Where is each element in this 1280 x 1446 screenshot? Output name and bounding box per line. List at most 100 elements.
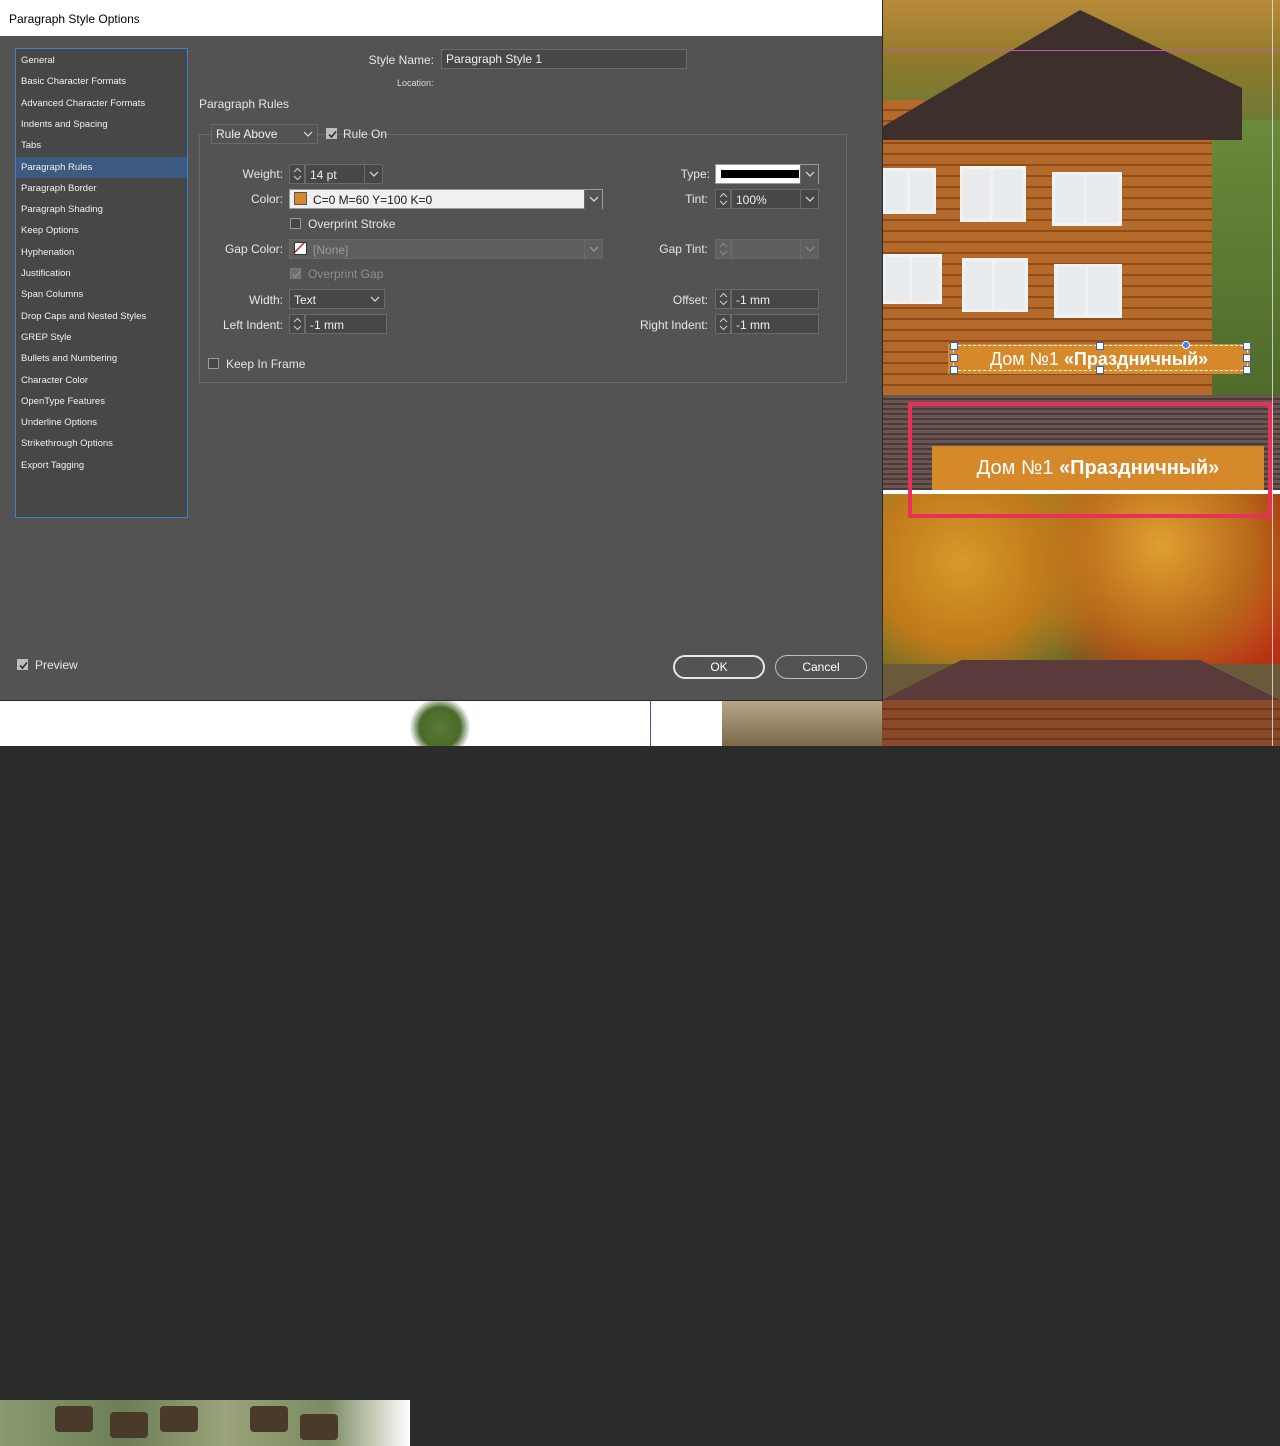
tint-value: 100%: [736, 193, 767, 207]
sidebar-item[interactable]: Justification: [16, 263, 187, 284]
color-label: Color:: [250, 192, 283, 206]
stroke-type-select[interactable]: [715, 164, 819, 185]
roof-icon: [55, 1406, 93, 1432]
chevron-down-icon: [366, 290, 384, 310]
ok-button[interactable]: OK: [673, 655, 765, 679]
guide-line: [650, 700, 651, 746]
second-house-walls: [882, 700, 1280, 746]
sidebar-item[interactable]: Underline Options: [16, 412, 187, 433]
rule-on-label: Rule On: [343, 127, 388, 141]
rule-type-select[interactable]: Rule Above: [211, 124, 318, 144]
preview-label: Preview: [35, 658, 78, 672]
aerial-photo: [0, 1400, 410, 1446]
color-value: C=0 M=60 Y=100 K=0: [313, 193, 433, 207]
right-indent-stepper[interactable]: [715, 314, 731, 334]
roof-icon: [250, 1406, 288, 1432]
thumbnail-image: [722, 700, 882, 746]
category-list[interactable]: General Basic Character Formats Advanced C…: [15, 48, 188, 518]
second-house-roof: [882, 660, 1280, 700]
gap-color-label: Gap Color:: [224, 242, 283, 256]
chevron-down-icon: [800, 190, 818, 210]
left-indent-label: Left Indent:: [222, 318, 283, 332]
window-image: [882, 168, 936, 214]
tint-input[interactable]: 100%: [731, 189, 819, 210]
selection-handle[interactable]: [1182, 341, 1190, 349]
keep-in-frame-label: Keep In Frame: [226, 357, 306, 371]
selection-handle[interactable]: [1096, 342, 1104, 350]
keep-in-frame-checkbox[interactable]: [208, 358, 219, 369]
window-image: [1054, 264, 1122, 318]
offset-input[interactable]: -1 mm: [731, 289, 819, 309]
sidebar-item[interactable]: Bullets and Numbering: [16, 348, 187, 369]
offset-stepper[interactable]: [715, 289, 731, 309]
sidebar-item[interactable]: Paragraph Rules: [16, 156, 187, 178]
gap-tint-label: Gap Tint:: [659, 242, 708, 256]
reference-banner: Дом №1 «Праздничный»: [932, 446, 1264, 490]
left-indent-input[interactable]: -1 mm: [305, 314, 387, 334]
tree-image: [410, 700, 470, 746]
selection-handle[interactable]: [950, 354, 958, 362]
rule-on-checkbox[interactable]: [326, 128, 337, 139]
width-select[interactable]: Text: [289, 289, 385, 309]
section-title: Paragraph Rules: [199, 97, 290, 111]
left-indent-stepper[interactable]: [289, 314, 305, 334]
gap-color-select[interactable]: [None]: [289, 239, 603, 260]
roof-icon: [110, 1412, 148, 1438]
sidebar-item[interactable]: General: [16, 50, 187, 71]
gap-tint-input[interactable]: [731, 239, 819, 260]
chevron-down-icon: [800, 165, 818, 185]
selection-handle[interactable]: [1243, 354, 1251, 362]
title-bar: Paragraph Style Options: [0, 0, 882, 36]
width-value: Text: [294, 293, 317, 307]
location-label: Location:: [397, 78, 434, 88]
tint-stepper[interactable]: [715, 189, 731, 209]
offset-label: Offset:: [672, 293, 708, 307]
weight-label: Weight:: [242, 167, 283, 181]
weight-stepper[interactable]: [289, 164, 305, 184]
gap-tint-stepper[interactable]: [715, 239, 731, 259]
roof-icon: [300, 1414, 338, 1440]
selection-handle[interactable]: [1243, 366, 1251, 374]
cancel-button[interactable]: Cancel: [775, 655, 867, 679]
selection-handle[interactable]: [950, 342, 958, 350]
sidebar-item[interactable]: Paragraph Border: [16, 178, 187, 199]
gap-color-value: [None]: [313, 243, 349, 257]
sidebar-item[interactable]: Hyphenation: [16, 242, 187, 263]
sidebar-item[interactable]: Advanced Character Formats: [16, 93, 187, 114]
guide-line: [1272, 0, 1273, 746]
rule-type-value: Rule Above: [216, 127, 278, 141]
autumn-trees: [882, 494, 1280, 664]
sidebar-item[interactable]: Indents and Spacing: [16, 114, 187, 135]
chevron-down-icon: [584, 240, 602, 260]
sidebar-item[interactable]: Tabs: [16, 135, 187, 156]
selection-handle[interactable]: [1096, 366, 1104, 374]
sidebar-item[interactable]: Strikethrough Options: [16, 433, 187, 454]
style-name-input[interactable]: Paragraph Style 1: [441, 49, 687, 69]
dialog-title: Paragraph Style Options: [9, 12, 140, 26]
overprint-gap-checkbox[interactable]: [290, 268, 301, 279]
selection-handle[interactable]: [1243, 342, 1251, 350]
chevron-down-icon: [800, 240, 818, 260]
roof-icon: [160, 1406, 198, 1432]
sidebar-item[interactable]: Span Columns: [16, 284, 187, 305]
sidebar-item[interactable]: Basic Character Formats: [16, 71, 187, 92]
color-swatch-icon: [294, 192, 307, 205]
sidebar-item[interactable]: OpenType Features: [16, 391, 187, 412]
right-indent-input[interactable]: -1 mm: [731, 314, 819, 334]
overprint-gap-label: Overprint Gap: [308, 267, 384, 281]
sidebar-item[interactable]: Drop Caps and Nested Styles: [16, 306, 187, 327]
banner-prefix: Дом №1: [976, 457, 1060, 479]
color-select[interactable]: C=0 M=60 Y=100 K=0: [289, 189, 603, 210]
none-swatch-icon: [294, 242, 307, 255]
sidebar-item[interactable]: GREP Style: [16, 327, 187, 348]
sidebar-item[interactable]: Export Tagging: [16, 455, 187, 476]
selection-handle[interactable]: [950, 366, 958, 374]
weight-value: 14 pt: [310, 168, 337, 182]
preview-checkbox[interactable]: [17, 659, 28, 670]
sidebar-item[interactable]: Paragraph Shading: [16, 199, 187, 220]
sidebar-item[interactable]: Keep Options: [16, 220, 187, 241]
weight-input[interactable]: 14 pt: [305, 164, 383, 185]
overprint-stroke-label: Overprint Stroke: [308, 217, 396, 231]
sidebar-item[interactable]: Character Color: [16, 370, 187, 391]
overprint-stroke-checkbox[interactable]: [290, 218, 301, 229]
